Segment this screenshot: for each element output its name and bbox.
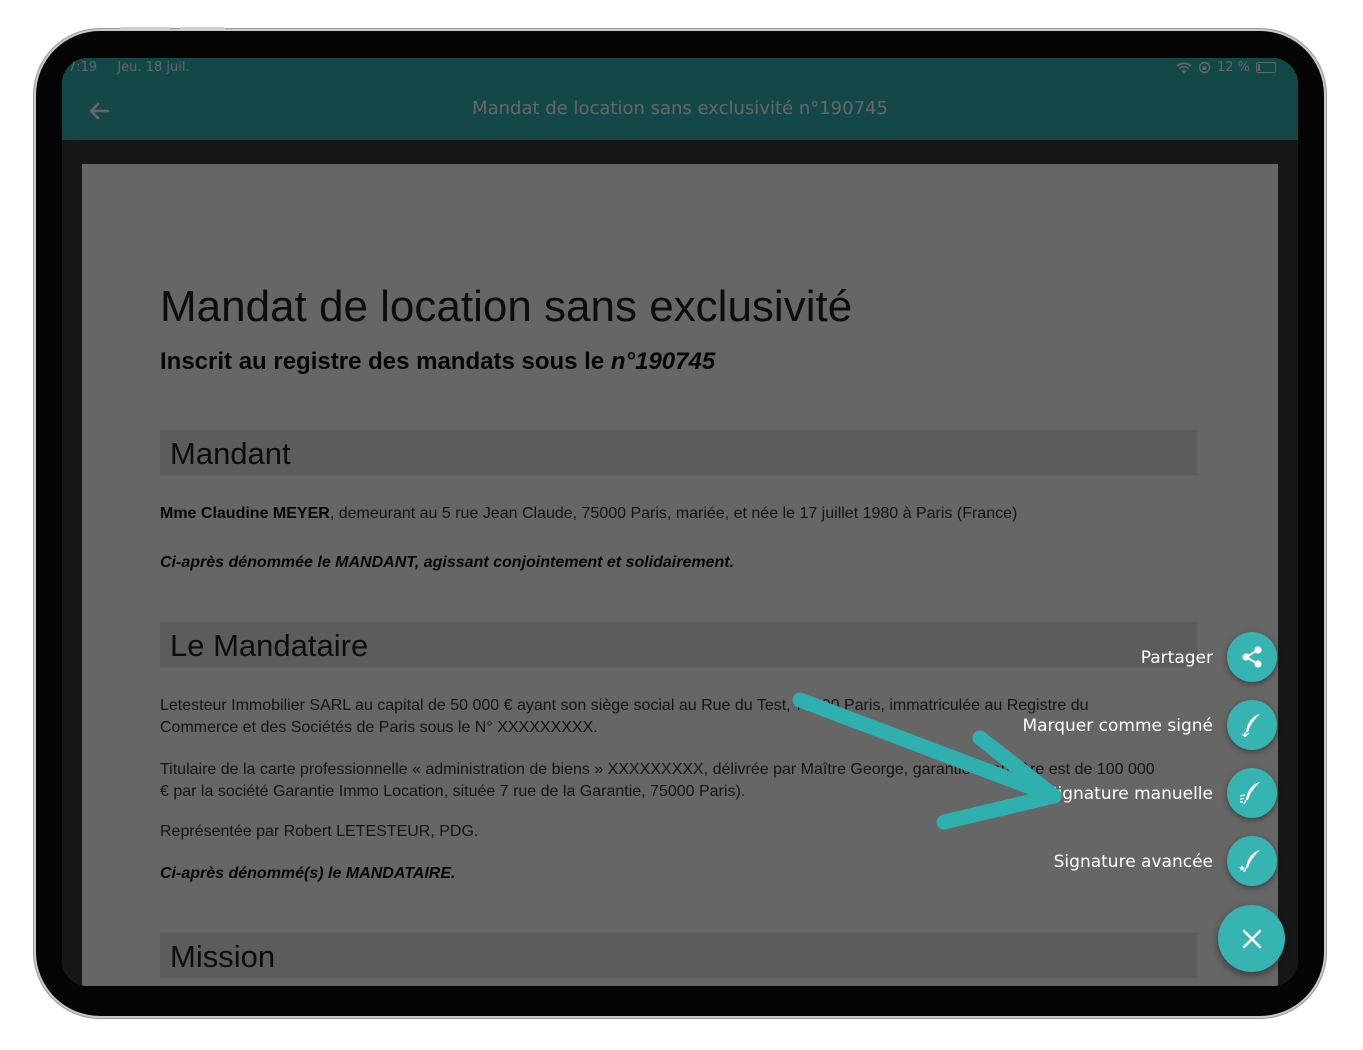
section-heading-mandant: Mandant: [160, 430, 1197, 475]
feather-star-icon: [1239, 850, 1260, 873]
manual-signature-button[interactable]: [1227, 768, 1277, 818]
share-button[interactable]: [1227, 632, 1277, 682]
wifi-icon: [1176, 61, 1192, 73]
battery-percent: 12 %: [1216, 60, 1250, 75]
mandant-name: Mme Claudine MEYER: [160, 505, 330, 522]
annotation-arrow: [792, 692, 1062, 830]
mandant-details: , demeurant au 5 rue Jean Claude, 75000 …: [329, 505, 1018, 522]
tablet-screen: 7:19 Jeu. 18 juil. 12 % Mandat de locati…: [62, 58, 1298, 986]
share-label[interactable]: Partager: [1141, 648, 1213, 668]
mandataire-note-text: Ci-après dénommé(s) le MANDATAIRE.: [160, 865, 456, 882]
mandant-note-text: Ci-après dénommée le MANDANT, agissant c…: [160, 554, 735, 571]
app-bar: Mandat de location sans exclusivité n°19…: [62, 80, 1298, 140]
mark-signed-button[interactable]: [1227, 700, 1277, 750]
status-time: 7:19: [68, 60, 98, 75]
mandate-number: n°190745: [610, 348, 716, 375]
mandant-note: Ci-après dénommée le MANDANT, agissant c…: [160, 552, 1160, 574]
volume-button: [120, 27, 170, 30]
section-heading-mission: Mission: [160, 933, 1197, 978]
orientation-lock-icon: [1198, 61, 1211, 74]
status-date: Jeu. 18 juil.: [117, 60, 190, 75]
battery-icon: [1256, 62, 1276, 73]
share-icon: [1242, 646, 1262, 668]
status-bar: 7:19 Jeu. 18 juil. 12 %: [62, 58, 1298, 80]
document-subtitle: Inscrit au registre des mandats sous le …: [160, 348, 715, 376]
feather-check-icon: [1241, 714, 1260, 738]
subtitle-prefix: Inscrit au registre des mandats sous le: [160, 348, 605, 375]
close-icon: [1242, 929, 1261, 948]
section-heading-mandataire: Le Mandataire: [160, 622, 1197, 667]
advanced-signature-button[interactable]: [1227, 836, 1277, 886]
app-bar-title: Mandat de location sans exclusivité n°19…: [472, 98, 888, 119]
mandant-paragraph: Mme Claudine MEYER, demeurant au 5 rue J…: [160, 503, 1160, 525]
close-fab-button[interactable]: [1218, 905, 1285, 972]
volume-button-2: [180, 27, 225, 30]
document-title: Mandat de location sans exclusivité: [160, 282, 853, 331]
feather-handwrite-icon: [1239, 782, 1260, 805]
